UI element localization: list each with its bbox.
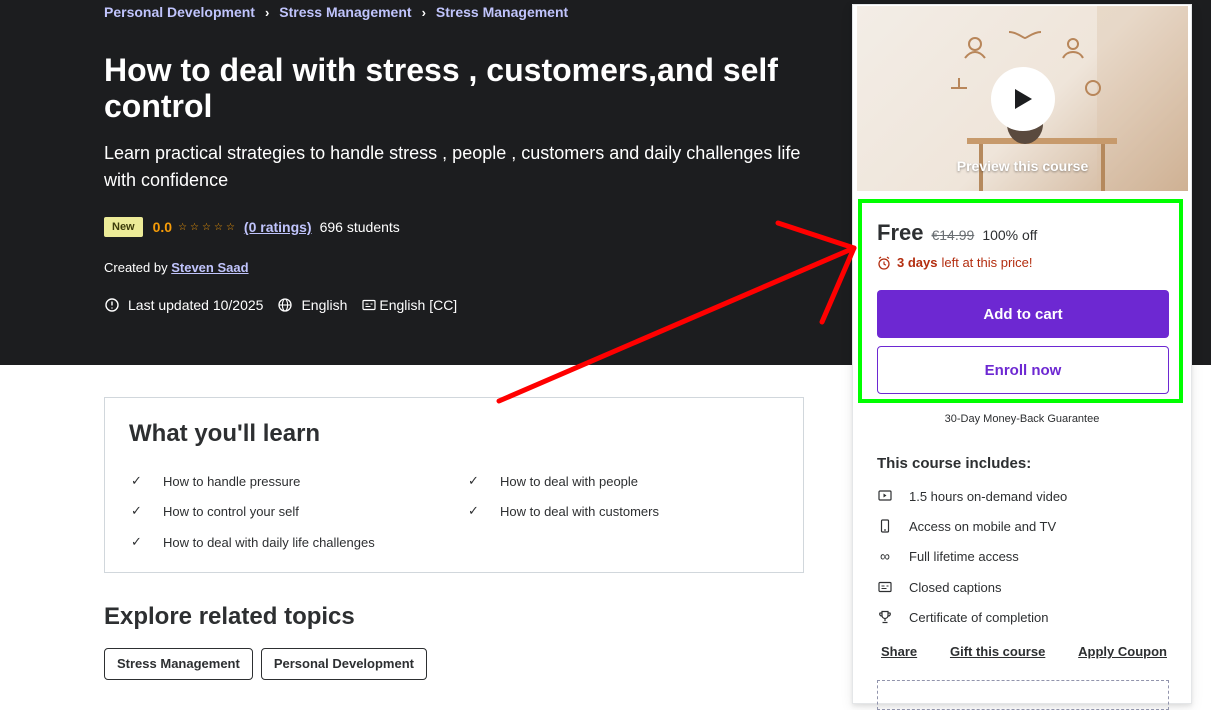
language: English xyxy=(277,297,347,313)
check-icon: ✓ xyxy=(131,473,142,488)
current-price: Free xyxy=(877,220,924,245)
learn-item: ✓ How to deal with customers xyxy=(468,503,659,519)
includes-item-text: Closed captions xyxy=(909,579,1002,595)
preview-label[interactable]: Preview this course xyxy=(857,158,1188,174)
last-updated: Last updated 10/2025 xyxy=(104,297,263,313)
globe-icon xyxy=(278,298,293,312)
video-icon xyxy=(877,488,893,504)
includes-item: ∞ Full lifetime access xyxy=(877,548,1019,564)
learn-item: ✓ How to deal with daily life challenges xyxy=(131,534,375,550)
add-to-cart-button[interactable]: Add to cart xyxy=(877,290,1169,338)
apply-coupon-button[interactable]: Apply Coupon xyxy=(1078,644,1167,659)
learn-item-text: How to control your self xyxy=(163,503,299,519)
original-price: €14.99 xyxy=(931,227,975,243)
infinity-icon: ∞ xyxy=(880,548,890,564)
discount-percent: 100% off xyxy=(982,227,1038,243)
includes-item-text: Full lifetime access xyxy=(909,548,1019,564)
learn-item-text: How to deal with people xyxy=(500,473,639,489)
play-icon[interactable] xyxy=(991,67,1055,131)
alarm-clock-icon xyxy=(878,256,890,270)
purchase-sidebar: Preview this course Free €14.99 100% off… xyxy=(852,4,1192,710)
topic-button-personal-development[interactable]: Personal Development xyxy=(260,648,427,680)
rating-row: New 0.0 ☆☆☆☆☆ (0 ratings) 696 students xyxy=(104,217,400,237)
check-icon: ✓ xyxy=(131,503,142,518)
learn-item-text: How to deal with customers xyxy=(500,503,659,519)
rating-value: 0.0 xyxy=(152,219,173,235)
created-by: Created by Steven Saad xyxy=(104,260,249,275)
learn-title: What you'll learn xyxy=(129,420,321,447)
includes-item: 1.5 hours on-demand video xyxy=(877,488,1067,504)
breadcrumb: Personal Development › Stress Management… xyxy=(104,4,568,20)
includes-title: This course includes: xyxy=(877,455,1032,472)
enroll-now-button[interactable]: Enroll now xyxy=(877,346,1169,394)
timer-days: 3 days xyxy=(897,255,938,270)
new-badge: New xyxy=(104,217,143,237)
includes-item-text: Access on mobile and TV xyxy=(909,518,1057,534)
captions-icon xyxy=(362,299,376,311)
learn-item-text: How to handle pressure xyxy=(163,473,301,489)
timer-text: left at this price! xyxy=(941,255,1033,270)
course-title: How to deal with stress , customers,and … xyxy=(104,52,778,124)
discount-timer: 3 days left at this price! xyxy=(877,255,1033,270)
learn-item: ✓ How to deal with people xyxy=(468,473,638,489)
star-rating-icon: ☆☆☆☆☆ xyxy=(178,221,238,233)
breadcrumb-link-personal-development[interactable]: Personal Development xyxy=(104,4,255,20)
explore-title: Explore related topics xyxy=(104,603,355,630)
check-icon: ✓ xyxy=(468,503,479,518)
ratings-link[interactable]: (0 ratings) xyxy=(244,219,312,235)
coupon-box xyxy=(877,680,1169,710)
gift-course-button[interactable]: Gift this course xyxy=(950,644,1045,659)
learn-item: ✓ How to control your self xyxy=(131,503,299,519)
price-row: Free €14.99 100% off xyxy=(877,220,1037,246)
chevron-right-icon: › xyxy=(421,4,426,20)
learn-item-text: How to deal with daily life challenges xyxy=(163,534,375,550)
includes-item: Closed captions xyxy=(877,579,1002,595)
check-icon: ✓ xyxy=(468,473,479,488)
breadcrumb-link-stress-management[interactable]: Stress Management xyxy=(279,4,411,20)
student-count: 696 students xyxy=(319,219,400,235)
course-preview[interactable]: Preview this course xyxy=(857,6,1188,191)
includes-item-text: Certificate of completion xyxy=(909,609,1049,625)
includes-item: Certificate of completion xyxy=(877,609,1048,625)
sidebar-links: Share Gift this course Apply Coupon xyxy=(881,644,1167,659)
share-button[interactable]: Share xyxy=(881,644,917,659)
language-text: English xyxy=(301,297,348,313)
course-subtitle: Learn practical strategies to handle str… xyxy=(104,143,801,190)
mobile-icon xyxy=(877,518,893,534)
captions-text: English [CC] xyxy=(379,297,458,313)
money-back-guarantee: 30-Day Money-Back Guarantee xyxy=(944,413,1100,425)
what-youll-learn: What you'll learn ✓ How to handle pressu… xyxy=(104,397,804,573)
includes-item-text: 1.5 hours on-demand video xyxy=(909,488,1068,504)
breadcrumb-link-stress-management-topic[interactable]: Stress Management xyxy=(436,4,568,20)
captions: English [CC] xyxy=(361,297,457,313)
chevron-right-icon: › xyxy=(264,4,270,20)
includes-item: Access on mobile and TV xyxy=(877,518,1056,534)
trophy-icon xyxy=(877,609,893,625)
course-meta: Last updated 10/2025 English English [CC… xyxy=(104,297,471,313)
check-icon: ✓ xyxy=(131,534,142,549)
captions-icon xyxy=(877,579,893,595)
created-by-label: Created by xyxy=(104,260,168,275)
last-updated-text: Last updated 10/2025 xyxy=(128,297,264,313)
related-topics: Stress Management Personal Development xyxy=(104,648,435,680)
learn-item: ✓ How to handle pressure xyxy=(131,473,300,489)
topic-button-stress-management[interactable]: Stress Management xyxy=(104,648,253,680)
alert-badge-icon xyxy=(105,298,119,312)
author-link[interactable]: Steven Saad xyxy=(171,260,248,275)
